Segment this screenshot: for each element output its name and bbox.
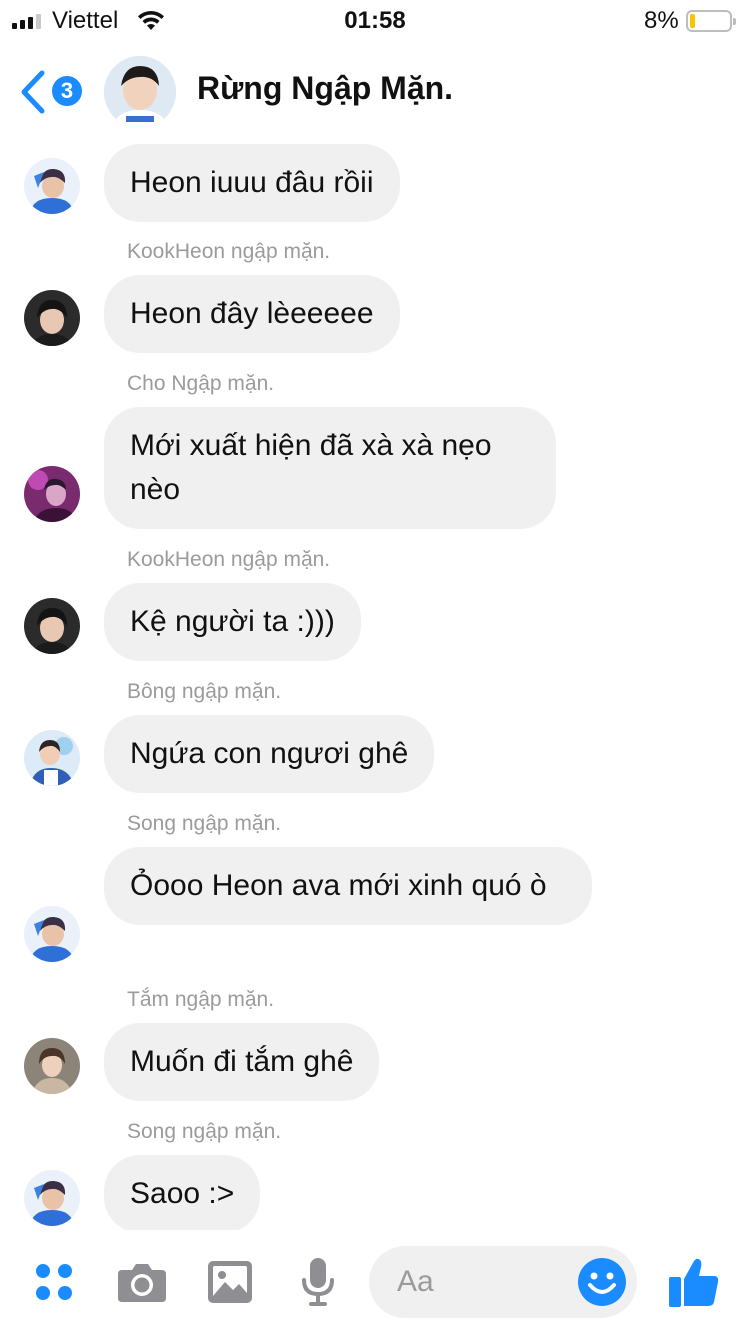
message-bubble[interactable]: Kệ người ta :))) bbox=[104, 583, 361, 661]
chevron-left-icon bbox=[21, 70, 45, 114]
sender-name: Song ngập mặn. bbox=[127, 1120, 282, 1143]
message-input[interactable] bbox=[397, 1262, 577, 1302]
message-bubble[interactable]: Ỏooo Heon ava mới xinh quó ò bbox=[104, 847, 592, 925]
sender-avatar[interactable] bbox=[24, 1170, 80, 1226]
gallery-icon[interactable] bbox=[204, 1256, 256, 1308]
sender-name: KookHeon ngập mặn. bbox=[127, 548, 331, 571]
emoji-icon[interactable] bbox=[577, 1257, 627, 1307]
unread-count-badge: 3 bbox=[50, 74, 84, 108]
sender-avatar[interactable] bbox=[24, 158, 80, 214]
group-avatar[interactable] bbox=[104, 56, 176, 128]
battery-percent: 8% bbox=[644, 7, 679, 34]
status-time: 01:58 bbox=[344, 7, 406, 34]
message-bubble[interactable]: Mới xuất hiện đã xà xà nẹo nèo bbox=[104, 407, 556, 529]
battery-fill bbox=[690, 14, 695, 28]
sender-avatar[interactable] bbox=[24, 906, 80, 962]
sender-name: Song ngập mặn. bbox=[127, 812, 282, 835]
conversation-title: Rừng Ngập Mặn. bbox=[197, 70, 454, 106]
sender-avatar[interactable] bbox=[24, 290, 80, 346]
conversation-header: 3 Rừng Ngập Mặn. bbox=[0, 40, 750, 144]
back-button[interactable]: 3 bbox=[18, 66, 88, 118]
message-bubble[interactable]: Heon iuuu đâu rồii bbox=[104, 144, 400, 222]
message-composer[interactable] bbox=[369, 1246, 637, 1318]
message-bubble[interactable]: Ngứa con ngươi ghê bbox=[104, 715, 435, 793]
sender-avatar[interactable] bbox=[24, 598, 80, 654]
message-bubble[interactable]: Muốn đi tắm ghê bbox=[104, 1023, 380, 1101]
message-list[interactable]: Heon iuuu đâu rồii KookHeon ngập mặn. He… bbox=[0, 144, 750, 1233]
message-bubble[interactable]: Saoo :> bbox=[104, 1155, 261, 1233]
microphone-icon[interactable] bbox=[292, 1254, 344, 1310]
sender-avatar[interactable] bbox=[24, 466, 80, 522]
apps-icon[interactable] bbox=[28, 1256, 80, 1308]
sender-name: Cho Ngập mặn. bbox=[127, 372, 275, 395]
sender-name: KookHeon ngập mặn. bbox=[127, 240, 331, 263]
sender-name: Tắm ngập mặn. bbox=[127, 988, 275, 1011]
sender-name: Bông ngập mặn. bbox=[127, 680, 282, 703]
message-toolbar bbox=[0, 1230, 750, 1334]
sender-avatar[interactable] bbox=[24, 730, 80, 786]
thumbs-up-icon[interactable] bbox=[664, 1252, 724, 1312]
camera-icon[interactable] bbox=[114, 1254, 170, 1310]
message-bubble[interactable]: Heon đây lèeeeee bbox=[104, 275, 400, 353]
battery-icon bbox=[686, 10, 736, 32]
status-bar: Viettel 01:58 8% bbox=[0, 0, 750, 40]
sender-avatar[interactable] bbox=[24, 1038, 80, 1094]
